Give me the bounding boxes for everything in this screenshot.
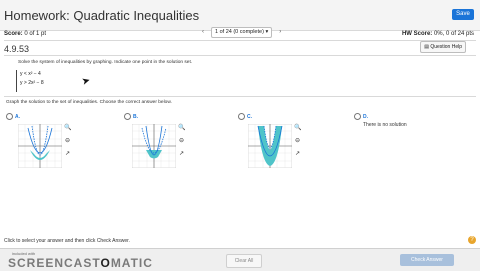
divider bbox=[4, 55, 476, 56]
radio-option-d[interactable] bbox=[354, 113, 361, 120]
footer-hint: Click to select your answer and then cli… bbox=[4, 238, 130, 244]
clear-all-button[interactable]: Clear All bbox=[226, 254, 262, 268]
question-help-button[interactable]: ▤ Question Help bbox=[420, 41, 466, 53]
radio-option-c[interactable] bbox=[238, 113, 245, 120]
option-d-label: D. bbox=[363, 113, 368, 120]
question-help-label: Question Help bbox=[430, 44, 462, 50]
expand-icon[interactable]: ↗ bbox=[178, 151, 185, 158]
zoom-in-icon[interactable]: 🔍 bbox=[294, 125, 301, 132]
zoom-in-icon[interactable]: 🔍 bbox=[178, 125, 185, 132]
watermark-name-dark: O bbox=[100, 256, 111, 270]
graph-option-a bbox=[18, 124, 62, 168]
divider bbox=[4, 96, 476, 97]
graph-option-b bbox=[132, 124, 176, 168]
hw-score-label: HW Score: bbox=[401, 31, 433, 37]
option-c[interactable]: C. bbox=[238, 113, 252, 120]
radio-option-a[interactable] bbox=[6, 113, 13, 120]
watermark-logo: SCREENCASTOMATIC bbox=[8, 256, 153, 270]
score-display: Score: 0 of 1 pt bbox=[4, 31, 46, 37]
option-a-label: A. bbox=[15, 113, 20, 120]
zoom-in-icon[interactable]: 🔍 bbox=[64, 125, 71, 132]
option-b[interactable]: B. bbox=[124, 113, 138, 120]
question-instruction: Solve the system of inequalities by grap… bbox=[18, 60, 193, 65]
option-d[interactable]: D. bbox=[354, 113, 368, 120]
question-pager[interactable]: 1 of 24 (0 complete) ▾ bbox=[211, 26, 273, 38]
option-a[interactable]: A. bbox=[6, 113, 20, 120]
option-d-text: There is no solution bbox=[363, 122, 407, 128]
check-answer-button[interactable]: Check Answer bbox=[400, 254, 454, 266]
page-title: Homework: Quadratic Inequalities bbox=[4, 8, 200, 23]
option-c-label: C. bbox=[247, 113, 252, 120]
question-mark-icon[interactable]: ? bbox=[468, 236, 476, 244]
score-value: 0 of 1 pt bbox=[24, 31, 47, 37]
hw-score-display: HW Score: 0%, 0 of 24 pts bbox=[402, 31, 474, 37]
graph-option-c bbox=[248, 124, 292, 168]
pager-text: 1 of 24 (0 complete) bbox=[215, 28, 264, 35]
screencast-watermark: included with SCREENCASTOMATIC bbox=[4, 251, 152, 270]
question-navigator: ‹ 1 of 24 (0 complete) ▾ › bbox=[198, 26, 285, 38]
question-number: 4.9.53 bbox=[4, 44, 30, 54]
watermark-name-light: SCREENCAST bbox=[8, 256, 101, 270]
hw-score-value: 0%, 0 of 24 pts bbox=[433, 31, 474, 37]
chevron-right-icon[interactable]: › bbox=[275, 29, 285, 35]
option-b-label: B. bbox=[133, 113, 138, 120]
save-button[interactable]: Save bbox=[452, 9, 474, 20]
inequality-system: y < x² − 4 y > 2x² − 8 bbox=[16, 70, 44, 92]
chevron-left-icon[interactable]: ‹ bbox=[198, 29, 208, 35]
mouse-cursor-icon: ➤ bbox=[80, 75, 92, 88]
zoom-out-icon[interactable]: ⊖ bbox=[178, 138, 185, 145]
expand-icon[interactable]: ↗ bbox=[294, 151, 301, 158]
divider bbox=[4, 40, 476, 41]
zoom-out-icon[interactable]: ⊖ bbox=[294, 138, 301, 145]
score-label: Score: bbox=[4, 31, 23, 37]
inequality-1: y < x² − 4 bbox=[20, 71, 41, 77]
inequality-2: y > 2x² − 8 bbox=[20, 80, 44, 86]
expand-icon[interactable]: ↗ bbox=[64, 151, 71, 158]
watermark-name-tail: MATIC bbox=[110, 256, 153, 270]
graph-instruction: Graph the solution to the set of inequal… bbox=[6, 100, 172, 105]
zoom-out-icon[interactable]: ⊖ bbox=[64, 138, 71, 145]
radio-option-b[interactable] bbox=[124, 113, 131, 120]
